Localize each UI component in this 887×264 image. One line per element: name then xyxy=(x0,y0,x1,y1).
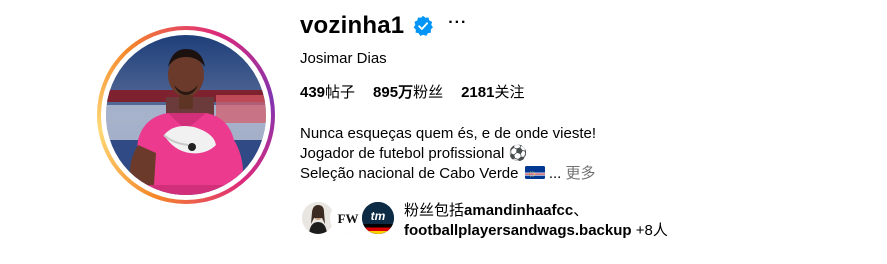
bio-more-link[interactable]: 更多 xyxy=(566,165,596,182)
full-name: Josimar Dias xyxy=(300,50,387,67)
following-count[interactable]: 2181关注 xyxy=(461,81,524,102)
profile-avatar[interactable] xyxy=(106,35,266,195)
followers-count[interactable]: 895万粉丝 xyxy=(373,81,443,102)
bio-line-1: Nunca esqueças quem és, e de onde vieste… xyxy=(300,125,597,142)
bio-line-2-text: Jogador de futebol profissional xyxy=(300,145,505,162)
followers-label: 粉丝 xyxy=(413,84,444,101)
avatar-gap xyxy=(101,30,271,200)
following-label: 关注 xyxy=(494,84,525,101)
following-value: 2181 xyxy=(461,84,495,101)
bio-ellipsis: ... xyxy=(548,165,562,182)
more-options-icon[interactable]: ··· xyxy=(448,15,467,34)
followers-value: 895万 xyxy=(373,84,414,101)
bio-line-2: Jogador de futebol profissional ⚽ xyxy=(300,144,596,164)
profile-stats: 439帖子 895万粉丝 2181关注 xyxy=(300,81,542,102)
followed-by-user-2[interactable]: footballplayersandwags.backup xyxy=(404,222,632,239)
followed-by-separator: 、 xyxy=(573,202,589,219)
followed-by-text: 粉丝包括amandinhaafcc、 footballplayersandwag… xyxy=(404,201,668,241)
posts-count: 439帖子 xyxy=(300,81,355,102)
posts-label: 帖子 xyxy=(325,84,356,101)
cabo-verde-flag-icon xyxy=(524,166,545,179)
story-ring[interactable] xyxy=(97,26,275,204)
verified-badge-icon xyxy=(413,15,434,36)
followed-by-avatars: FW tm xyxy=(300,200,396,238)
followed-by[interactable]: FW tm 粉丝包括amandinhaafcc、 footballplayers… xyxy=(300,200,668,241)
username: vozinha1 xyxy=(300,12,405,39)
soccer-ball-icon: ⚽ xyxy=(508,145,528,162)
follower-photo-3: tm xyxy=(362,202,394,234)
bio-line-3-text: Seleção nacional de Cabo Verde xyxy=(300,165,519,182)
followed-by-prefix: 粉丝包括 xyxy=(404,202,465,219)
followed-by-suffix: +8人 xyxy=(631,222,668,239)
followed-by-user-1[interactable]: amandinhaafcc xyxy=(464,202,573,219)
follower-avatar-3: tm xyxy=(360,200,396,236)
bio: Nunca esqueças quem és, e de onde vieste… xyxy=(300,124,596,184)
bio-line-3: Seleção nacional de Cabo Verde ... 更多 xyxy=(300,164,596,184)
posts-value: 439 xyxy=(300,84,326,101)
tm-logo-text: tm xyxy=(371,209,386,223)
fw-logo-text: FW xyxy=(338,211,359,226)
username-row: vozinha1 ··· xyxy=(300,10,467,42)
avatar-photo xyxy=(106,35,266,195)
